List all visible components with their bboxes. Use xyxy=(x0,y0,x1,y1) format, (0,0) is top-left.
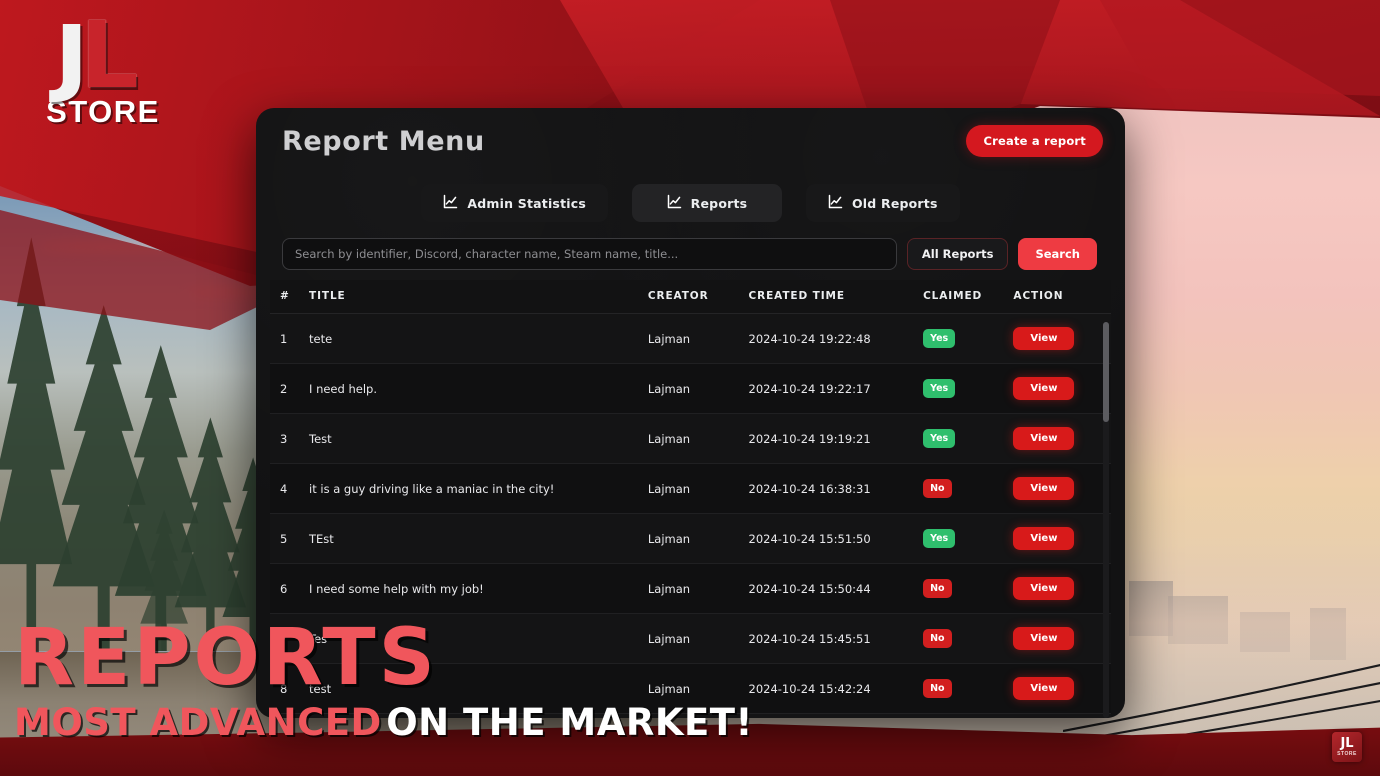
status-badge: No xyxy=(923,479,952,498)
tab-label: Old Reports xyxy=(851,195,938,211)
status-badge: Yes xyxy=(923,429,956,448)
cell-created: 2024-10-24 15:50:44 xyxy=(748,563,924,614)
cell-title: I need some help with my job! xyxy=(309,563,648,614)
jl-store-logo: J L STORE xyxy=(28,10,178,130)
table-scrollbar-thumb[interactable] xyxy=(1103,322,1109,422)
table-row[interactable]: 6I need some help with my job! Lajman 2024… xyxy=(270,563,1111,614)
chart-line-icon xyxy=(828,194,843,212)
chart-line-icon xyxy=(667,194,682,212)
view-button[interactable]: View xyxy=(1013,577,1075,600)
tab-label: Reports xyxy=(690,195,748,211)
table-header-row: # TITLE CREATOR CREATED TIME CLAIMED ACT… xyxy=(270,280,1111,314)
cell-created: 2024-10-24 15:42:24 xyxy=(748,663,924,714)
promo-subline-white: ON THE MARKET! xyxy=(386,701,753,744)
table-row[interactable]: 1 tete Lajman 2024-10-24 19:22:48 Yes View xyxy=(270,313,1111,364)
table-row[interactable]: 4 it is a guy driving like a maniac in th… xyxy=(270,463,1111,514)
column-header-title: TITLE xyxy=(309,280,648,314)
table-row[interactable]: 5 TEst Lajman 2024-10-24 15:51:50 Yes View xyxy=(270,513,1111,564)
cell-created: 2024-10-24 19:22:48 xyxy=(748,313,924,364)
cell-index: 5 xyxy=(270,513,310,564)
tab-bar: Admin Statistics Reports Old Reports xyxy=(256,174,1125,238)
page-title: Report Menu xyxy=(282,125,485,157)
column-header-action: ACTION xyxy=(1013,280,1111,314)
status-badge: Yes xyxy=(923,379,956,398)
column-header-created: CREATED TIME xyxy=(748,280,924,314)
cell-creator: Lajman xyxy=(647,513,749,564)
status-badge: No xyxy=(923,629,952,648)
status-badge: Yes xyxy=(923,329,956,348)
tab-admin-statistics[interactable]: Admin Statistics xyxy=(421,184,608,222)
promo-subline: MOST ADVANCED ON THE MARKET! xyxy=(14,701,753,744)
status-badge: Yes xyxy=(923,529,956,548)
cell-created: 2024-10-24 16:38:31 xyxy=(748,463,924,514)
table-scrollbar[interactable] xyxy=(1103,322,1109,718)
view-button[interactable]: View xyxy=(1013,477,1075,500)
cell-title: tete xyxy=(309,313,648,364)
cell-index: 6 xyxy=(270,563,310,614)
logo-letter-l: L xyxy=(80,2,139,109)
view-button[interactable]: View xyxy=(1013,677,1075,700)
search-input[interactable] xyxy=(282,238,897,270)
create-report-button[interactable]: Create a report xyxy=(966,125,1103,157)
all-reports-button[interactable]: All Reports xyxy=(906,238,1009,270)
status-badge: No xyxy=(923,579,952,598)
cell-created: 2024-10-24 15:42:14 xyxy=(748,713,924,718)
cell-index: 2 xyxy=(270,363,310,414)
column-header-creator: CREATOR xyxy=(647,280,749,314)
view-button[interactable]: View xyxy=(1013,377,1075,400)
tab-old-reports[interactable]: Old Reports xyxy=(805,184,960,222)
jl-store-watermark: JL STORE xyxy=(1332,732,1362,762)
cell-index: 1 xyxy=(270,313,310,364)
cell-index: 3 xyxy=(270,413,310,464)
cell-created: 2024-10-24 19:19:21 xyxy=(748,413,924,464)
column-header-claimed: CLAIMED xyxy=(923,280,1014,314)
status-badge: No xyxy=(923,679,952,698)
cell-creator: Lajman xyxy=(647,413,749,464)
view-button[interactable]: View xyxy=(1013,627,1075,650)
chart-line-icon xyxy=(443,194,458,212)
tab-reports[interactable]: Reports xyxy=(631,184,782,222)
cell-title: Test xyxy=(309,413,648,464)
tab-label: Admin Statistics xyxy=(467,195,586,211)
cell-title: it is a guy driving like a maniac in the… xyxy=(309,463,648,514)
logo-mark: J L xyxy=(28,10,178,102)
panel-header: Report Menu Create a report xyxy=(256,108,1125,174)
table-row[interactable]: 2I need help. Lajman 2024-10-24 19:22:17 Ye… xyxy=(270,363,1111,414)
cell-index: 4 xyxy=(270,463,310,514)
promo-subline-red: MOST ADVANCED xyxy=(14,701,382,744)
promo-text: REPORTS MOST ADVANCED ON THE MARKET! xyxy=(14,613,753,744)
cell-title: I need help. xyxy=(309,363,648,414)
search-button[interactable]: Search xyxy=(1018,238,1097,270)
view-button[interactable]: View xyxy=(1013,527,1075,550)
cell-created: 2024-10-24 15:45:51 xyxy=(748,613,924,664)
column-header-index: # xyxy=(270,280,310,314)
promo-headline: REPORTS xyxy=(14,613,438,704)
cell-creator: Lajman xyxy=(647,313,749,364)
table-row[interactable]: 3 Test Lajman 2024-10-24 19:19:21 Yes View xyxy=(270,413,1111,464)
cell-creator: Lajman xyxy=(647,463,749,514)
cell-created: 2024-10-24 15:51:50 xyxy=(748,513,924,564)
cell-created: 2024-10-24 19:22:17 xyxy=(748,363,924,414)
view-button[interactable]: View xyxy=(1013,427,1075,450)
cell-title: TEst xyxy=(309,513,648,564)
watermark-mark: JL xyxy=(1340,736,1354,751)
cell-creator: Lajman xyxy=(647,563,749,614)
search-bar: All Reports Search xyxy=(270,238,1111,280)
cell-creator: Lajman xyxy=(647,363,749,414)
table-header: # TITLE CREATOR CREATED TIME CLAIMED ACT… xyxy=(270,280,1111,314)
view-button[interactable]: View xyxy=(1013,327,1075,350)
watermark-subtitle: STORE xyxy=(1337,751,1357,757)
